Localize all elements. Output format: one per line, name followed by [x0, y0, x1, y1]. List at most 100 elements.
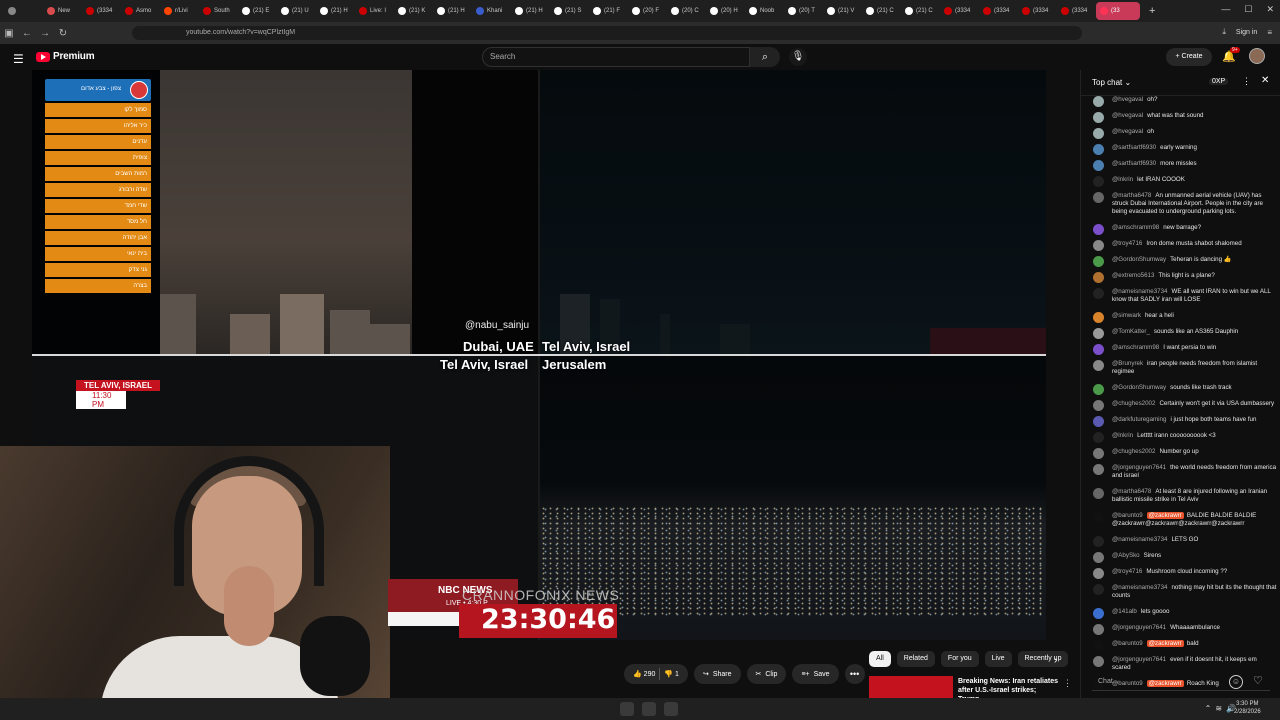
browser-tab[interactable]: New — [43, 2, 81, 20]
chat-avatar[interactable] — [1093, 448, 1104, 459]
chat-avatar[interactable] — [1093, 512, 1104, 523]
chat-message[interactable]: @troy4716 Iron dome musta shabot shalomed — [1093, 240, 1277, 251]
download-icon[interactable]: ⤓ — [1222, 27, 1226, 37]
browser-tab[interactable]: Asmo — [121, 2, 159, 20]
chat-message[interactable]: @Brunyrek iran people needs freedom from … — [1093, 360, 1277, 376]
chat-message[interactable]: @sartfsartf6930 more missles — [1093, 160, 1277, 171]
new-tab-button[interactable]: + — [1149, 5, 1155, 17]
browser-tab[interactable]: (20) C — [667, 2, 705, 20]
chat-message[interactable]: @GordonShumway Teheran is dancing 👍 — [1093, 256, 1277, 267]
chat-author[interactable]: @sartfsartf6930 — [1112, 160, 1156, 167]
browser-tab[interactable]: Khani — [472, 2, 510, 20]
chat-author[interactable]: @lnkrin — [1112, 176, 1133, 183]
browser-tab[interactable]: (21) H — [511, 2, 549, 20]
kebab-menu-icon[interactable]: ⋮ — [1063, 678, 1072, 689]
chat-author[interactable]: @jorgenguyen7641 — [1112, 624, 1166, 631]
chat-message[interactable]: @darkfuturegaming i just hope both teams … — [1093, 416, 1277, 427]
chat-avatar[interactable] — [1093, 272, 1104, 283]
browser-tab[interactable]: (20) T — [784, 2, 822, 20]
chat-avatar[interactable] — [1093, 552, 1104, 563]
voice-search-button[interactable]: 🎙 — [789, 48, 807, 66]
dislike-button[interactable]: 👎 1 — [664, 670, 679, 678]
chat-avatar[interactable] — [1093, 240, 1104, 251]
chat-author[interactable]: @darkfuturegaming — [1112, 416, 1166, 423]
minimize-icon[interactable]: — — [1221, 4, 1230, 15]
chat-avatar[interactable] — [1093, 144, 1104, 155]
share-button[interactable]: ↪ Share — [693, 664, 741, 684]
taskbar-app-icon[interactable] — [664, 702, 678, 716]
chat-author[interactable]: @AbySko — [1112, 552, 1140, 559]
chat-avatar[interactable] — [1093, 416, 1104, 427]
chat-message[interactable]: @amschramm98 I want persia to win — [1093, 344, 1277, 355]
filter-chip[interactable]: Live — [984, 651, 1012, 667]
recommended-thumbnail[interactable] — [869, 676, 953, 700]
chat-message[interactable]: @hvegaval oh — [1093, 128, 1277, 139]
chat-message[interactable]: @AbySko Sirens — [1093, 552, 1277, 563]
chat-author[interactable]: @amschramm98 — [1112, 224, 1159, 231]
emoji-icon[interactable]: ☺ — [1229, 675, 1243, 689]
chat-author[interactable]: @nameisname3734 — [1112, 288, 1167, 295]
chat-avatar[interactable] — [1093, 176, 1104, 187]
account-avatar[interactable] — [1249, 48, 1265, 64]
chat-author[interactable]: @simwark — [1112, 312, 1141, 319]
chat-message[interactable]: @chughes2002 Certainly won't get it via U… — [1093, 400, 1277, 411]
chat-message[interactable]: @lnkrin let IRAN COOOK — [1093, 176, 1277, 187]
taskbar-app-icon[interactable] — [620, 702, 634, 716]
sidebar-toggle-icon[interactable]: ▣ — [0, 28, 18, 39]
chat-message[interactable]: @TomKatter_ sounds like an AS365 Dauphin — [1093, 328, 1277, 339]
save-button[interactable]: ≡+ Save — [792, 664, 839, 684]
search-button[interactable]: ⌕ — [750, 47, 780, 67]
chat-author[interactable]: @Brunyrek — [1112, 360, 1143, 367]
chat-message[interactable]: @hvegaval what was that sound — [1093, 112, 1277, 123]
chat-avatar[interactable] — [1093, 360, 1104, 371]
chat-message[interactable]: @nameisname3734 nothing may hit but its t… — [1093, 584, 1277, 600]
filter-chip[interactable]: Recently up — [1017, 651, 1069, 667]
chat-message[interactable]: @141alb lets goooo — [1093, 608, 1277, 619]
chat-author[interactable]: @TomKatter_ — [1112, 328, 1150, 335]
filter-chip[interactable]: For you — [940, 651, 979, 667]
chat-author[interactable]: @GordonShumway — [1112, 256, 1166, 263]
chat-avatar[interactable] — [1093, 96, 1104, 107]
chat-author[interactable]: @hvegaval — [1112, 96, 1143, 103]
like-button[interactable]: 👍 290 — [633, 670, 655, 678]
browser-tab[interactable]: (21) C — [862, 2, 900, 20]
chevron-up-icon[interactable]: ⌃ — [1205, 704, 1216, 713]
sign-in-button[interactable]: Sign in — [1236, 29, 1257, 36]
chat-avatar[interactable] — [1093, 400, 1104, 411]
browser-tab[interactable]: (3334 — [82, 2, 120, 20]
hamburger-menu-icon[interactable]: ☰ — [13, 52, 24, 66]
chat-message[interactable]: @lnkrin Lettttt irann coooooooook <3 — [1093, 432, 1277, 443]
chat-avatar[interactable] — [1093, 128, 1104, 139]
close-window-icon[interactable]: ✕ — [1266, 4, 1274, 15]
filter-chip[interactable]: Related — [896, 651, 935, 667]
chat-avatar[interactable] — [1093, 584, 1104, 595]
chat-author[interactable]: @jorgenguyen7641 — [1112, 656, 1166, 663]
chat-message[interactable]: @hvegaval oh? — [1093, 96, 1277, 107]
chat-message[interactable]: @jorgenguyen7641 Whaaaambulance — [1093, 624, 1277, 635]
chat-author[interactable]: @chughes2002 — [1112, 400, 1155, 407]
browser-menu-icon[interactable]: ≡ — [1267, 28, 1272, 37]
xp-badge[interactable]: 0XP — [1209, 78, 1229, 85]
browser-tab[interactable]: (20) H — [706, 2, 744, 20]
chat-author[interactable]: @troy4716 — [1112, 240, 1142, 247]
chat-avatar[interactable] — [1093, 328, 1104, 339]
chat-author[interactable]: @martha6478 — [1112, 488, 1151, 495]
more-actions-button[interactable]: ••• — [844, 664, 865, 684]
chat-author[interactable]: @hvegaval — [1112, 112, 1143, 119]
chat-author[interactable]: @hvegaval — [1112, 128, 1143, 135]
browser-tab[interactable]: (3334 — [1018, 2, 1056, 20]
browser-tab[interactable]: (21) C — [901, 2, 939, 20]
chat-avatar[interactable] — [1093, 464, 1104, 475]
chevron-right-icon[interactable]: › — [1054, 655, 1057, 666]
chat-author[interactable]: @141alb — [1112, 608, 1137, 615]
chat-avatar[interactable] — [1093, 656, 1104, 667]
chat-avatar[interactable] — [1093, 312, 1104, 323]
chat-message[interactable]: @sartfsartf6930 early warning — [1093, 144, 1277, 155]
chat-avatar[interactable] — [1093, 384, 1104, 395]
chat-avatar[interactable] — [1093, 536, 1104, 547]
chat-author[interactable]: @nameisname3734 — [1112, 536, 1167, 543]
chat-avatar[interactable] — [1093, 488, 1104, 499]
taskbar-app-icon[interactable] — [642, 702, 656, 716]
chat-message[interactable]: @GordonShumway sounds like trash track — [1093, 384, 1277, 395]
chat-message[interactable]: @jorgenguyen7641 the world needs freedom … — [1093, 464, 1277, 480]
